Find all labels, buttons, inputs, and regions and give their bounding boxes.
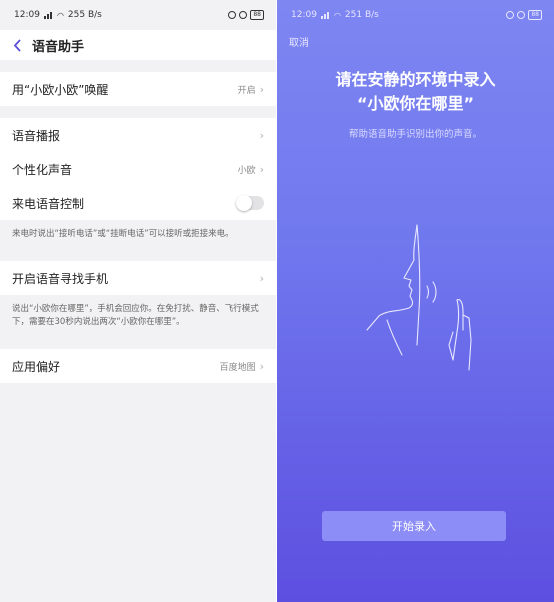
chevron-right-icon: ›: [259, 162, 264, 176]
back-icon[interactable]: [10, 38, 24, 52]
chevron-right-icon: ›: [259, 128, 264, 142]
personalized-voice-row[interactable]: 个性化声音 小欧 ›: [0, 152, 276, 186]
start-recording-button[interactable]: 开始录入: [322, 511, 506, 541]
wifi-icon: ◠: [333, 10, 341, 20]
alarm-icon: [228, 11, 237, 19]
personalized-voice-value: 小欧: [237, 165, 256, 176]
app-preference-row[interactable]: 应用偏好 百度地图 ›: [0, 349, 276, 383]
app-preference-label: 应用偏好: [12, 359, 61, 374]
clock-icon: [239, 11, 248, 19]
voice-enroll-panel: 12:09 ◠ 251 B/s 88 取消 请在安静的环境中录入 “小欧你在哪里…: [277, 0, 554, 602]
wake-word-value: 开启: [237, 85, 256, 96]
call-voice-control-row: 来电语音控制: [0, 186, 276, 220]
enroll-subtitle: 帮助语音助手识别出你的声音。: [348, 129, 482, 140]
network-speed: 255 B/s: [67, 10, 102, 20]
speaking-face-illustration-icon: [366, 224, 472, 371]
app-preference-value: 百度地图: [219, 362, 256, 373]
settings-panel: 12:09 ◠ 255 B/s 88 语音助手 用“小欧小欧”唤醒 开启 › 语…: [0, 0, 276, 602]
chevron-right-icon: ›: [259, 82, 264, 96]
signal-icon: [320, 11, 330, 19]
chevron-right-icon: ›: [259, 359, 264, 373]
page-title: 语音助手: [32, 39, 85, 55]
voice-broadcast-row[interactable]: 语音播报 ›: [0, 118, 276, 152]
wake-word-row[interactable]: 用“小欧小欧”唤醒 开启 ›: [0, 72, 276, 106]
status-bar: 12:09 ◠ 255 B/s 88: [0, 0, 276, 30]
voice-broadcast-label: 语音播报: [12, 128, 61, 143]
find-phone-note: 说出“小欧你在哪里”，手机会回应你。在免打扰、静音、飞行模式下，需要在30秒内说…: [0, 295, 276, 341]
find-phone-row[interactable]: 开启语音寻找手机 ›: [0, 261, 276, 295]
alarm-icon: [506, 11, 515, 19]
wifi-icon: ◠: [56, 10, 64, 20]
enroll-title: 请在安静的环境中录入 “小欧你在哪里”: [277, 68, 554, 116]
status-bar: 12:09 ◠ 251 B/s 88: [277, 0, 554, 30]
battery-icon: 88: [528, 10, 542, 20]
call-voice-control-toggle[interactable]: [236, 195, 264, 211]
enroll-title-line1: 请在安静的环境中录入: [335, 70, 496, 89]
clock-icon: [517, 11, 526, 19]
status-time: 12:09: [291, 10, 317, 20]
status-time: 12:09: [14, 10, 40, 20]
toggle-knob: [236, 195, 252, 211]
personalized-voice-label: 个性化声音: [12, 162, 73, 177]
find-phone-label: 开启语音寻找手机: [12, 271, 109, 286]
page-header: 语音助手: [0, 30, 276, 60]
call-voice-control-label: 来电语音控制: [12, 196, 85, 211]
wake-word-label: 用“小欧小欧”唤醒: [12, 82, 109, 97]
battery-icon: 88: [250, 10, 264, 20]
enroll-title-line2: “小欧你在哪里”: [356, 94, 475, 113]
call-control-note: 来电时说出“接听电话”或“挂断电话”可以接听或拒接来电。: [0, 220, 276, 253]
network-speed: 251 B/s: [344, 10, 379, 20]
chevron-right-icon: ›: [259, 271, 264, 285]
signal-icon: [43, 11, 53, 19]
cancel-button[interactable]: 取消: [289, 34, 309, 49]
